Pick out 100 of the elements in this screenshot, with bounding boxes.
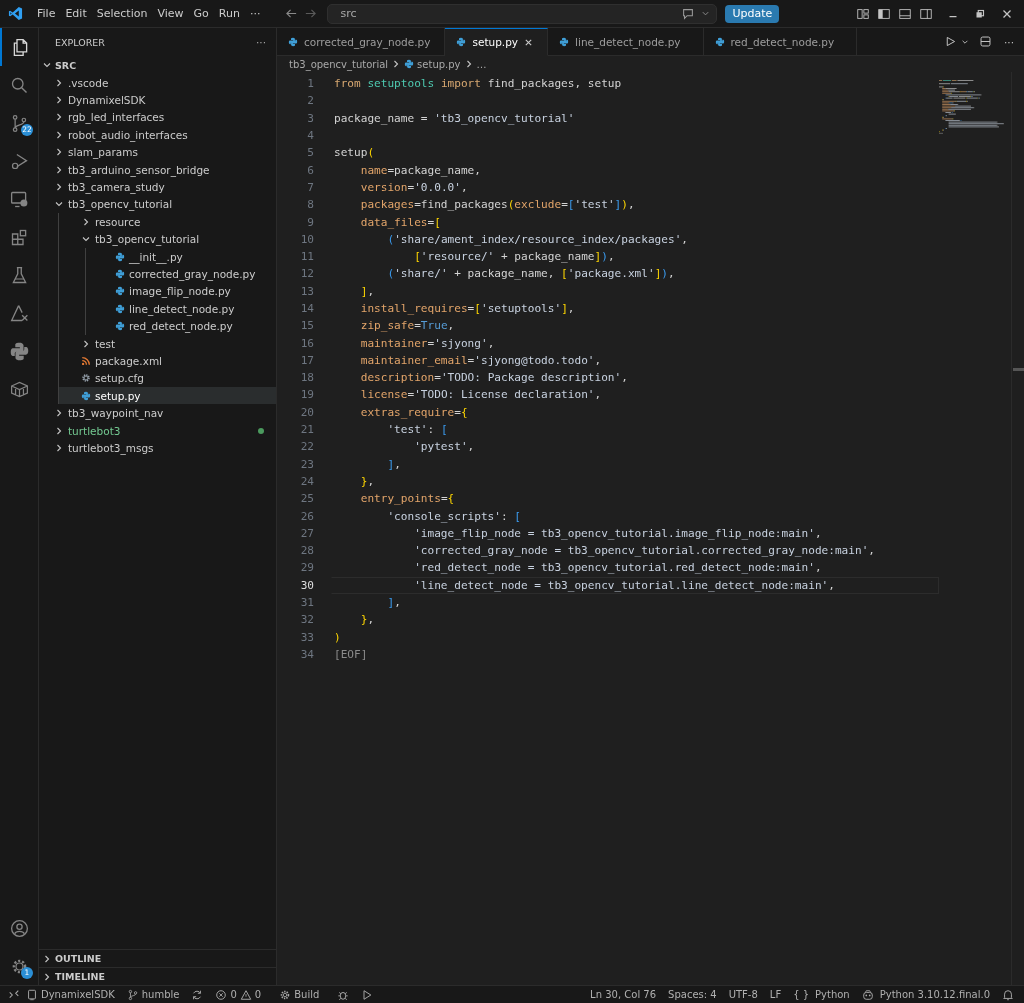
breadcrumb-item[interactable]: tb3_opencv_tutorial (289, 58, 389, 70)
rss-icon (81, 355, 91, 366)
tree-item[interactable]: DynamixelSDK (39, 91, 276, 109)
editor-tab[interactable]: red_detect_node.py (703, 28, 858, 56)
panel-header[interactable]: OUTLINE (39, 949, 276, 967)
layout-icon[interactable] (856, 6, 870, 21)
line-number: 3 (306, 111, 314, 125)
tree-item[interactable]: .vscode (39, 74, 276, 92)
code-line: entry_points={ (359, 492, 455, 506)
play-icon[interactable] (361, 988, 374, 1001)
secondary-sidebar-icon[interactable] (919, 6, 933, 21)
menu-item[interactable]: Selection (91, 5, 153, 22)
tree-item[interactable]: resource (59, 213, 276, 231)
tree-item[interactable]: corrected_gray_node.py (86, 265, 276, 283)
forward-arrow-icon[interactable] (304, 7, 318, 20)
split-editor-icon[interactable] (979, 35, 992, 48)
tree-item[interactable]: tb3_waypoint_nav (39, 404, 276, 422)
tree-item[interactable]: slam_params (39, 143, 276, 161)
editor-tab[interactable]: setup.py (445, 28, 549, 56)
tree-item[interactable]: tb3_camera_study (39, 178, 276, 196)
line-number: 8 (306, 198, 314, 212)
code-line: packages=find_packages(exclude=['test']), (359, 198, 635, 212)
menu-item[interactable]: File (32, 5, 61, 22)
python-file-icon (714, 36, 725, 47)
breadcrumb-item[interactable]: … (476, 58, 487, 70)
tree-item[interactable]: tb3_opencv_tutorial (39, 195, 276, 214)
more-actions[interactable]: ··· (256, 36, 266, 48)
line-number: 24 (299, 474, 314, 488)
line-number: 25 (299, 492, 314, 506)
code-line: ) (334, 630, 341, 644)
copilot-icon[interactable] (861, 988, 874, 1001)
menu-item[interactable]: Edit (60, 5, 92, 22)
line-number: 19 (299, 388, 314, 402)
python-file-icon (456, 37, 467, 47)
account-icon[interactable] (8, 917, 30, 939)
menu-item[interactable]: View (152, 5, 189, 22)
more-menu[interactable]: ··· (244, 5, 266, 22)
sync-icon[interactable] (191, 988, 204, 1001)
close-icon[interactable] (524, 37, 534, 47)
chevron-down-icon[interactable] (701, 9, 711, 18)
python-icon[interactable] (8, 340, 30, 362)
tree-item[interactable]: robot_audio_interfaces (39, 126, 276, 144)
tree-item[interactable]: red_detect_node.py (86, 317, 276, 335)
tree-item[interactable]: tb3_arduino_sensor_bridge (39, 160, 276, 179)
editor-tab[interactable]: line_detect_node.py (548, 28, 704, 56)
back-arrow-icon[interactable] (285, 7, 299, 20)
tree-item[interactable]: setup.cfg (59, 369, 276, 388)
menu-item[interactable]: Run (213, 5, 245, 22)
section-header[interactable]: SRC (39, 56, 276, 74)
chevron-right-icon (54, 425, 64, 436)
line-number: 22 (299, 440, 314, 454)
line-ending-status[interactable]: LF (769, 989, 782, 1000)
line-number: 5 (306, 146, 314, 160)
update-button[interactable]: Update (725, 4, 780, 23)
chevron-right-icon (81, 338, 91, 349)
python-file-icon (115, 321, 125, 332)
line-number: 17 (299, 353, 314, 367)
python-file-icon (559, 36, 570, 47)
run-icon[interactable] (944, 35, 957, 48)
scrollbar-thumb[interactable] (1013, 368, 1024, 371)
project-status[interactable]: DynamixelSDK (26, 988, 115, 1001)
code-line: description='TODO: Package description', (359, 371, 628, 385)
panel-toggle-icon[interactable] (898, 6, 912, 21)
line-number: 30 (299, 578, 314, 592)
sidebar-toggle-icon[interactable] (877, 6, 891, 21)
language-mode[interactable]: { } Python (793, 989, 850, 1000)
tree-item[interactable]: test (59, 334, 276, 353)
tree-item[interactable]: setup.py (59, 387, 276, 405)
code-line: maintainer_email='sjyong@todo.todo', (359, 353, 602, 367)
line-number: 12 (299, 267, 314, 281)
cursor-position[interactable]: Ln 30, Col 76 (590, 989, 657, 1000)
tree-item[interactable]: turtlebot3 (39, 421, 276, 440)
tree-item[interactable]: line_detect_node.py (86, 300, 276, 318)
tree-item[interactable]: image_flip_node.py (86, 282, 276, 301)
menu-item[interactable]: Go (188, 5, 214, 22)
line-number: 9 (306, 215, 314, 229)
tree-item[interactable]: tb3_opencv_tutorial (59, 230, 276, 248)
bell-icon[interactable] (1002, 988, 1014, 1001)
interpreter-status[interactable]: Python 3.10.12.final.0 (879, 989, 990, 1000)
tree-item[interactable]: __init__.py (86, 247, 276, 266)
problems-status[interactable]: 0 0 (215, 988, 262, 1001)
search-field[interactable]: src (327, 3, 718, 24)
language-name: Python (815, 989, 850, 1000)
encoding-status[interactable]: UTF-8 (728, 989, 758, 1000)
code-line: }, (359, 613, 375, 627)
chat-icon[interactable] (681, 6, 696, 21)
build-status[interactable]: Build (279, 988, 320, 1001)
line-number: 1 (306, 77, 314, 91)
indentation-status[interactable]: Spaces: 4 (668, 989, 717, 1000)
line-number: 32 (299, 613, 314, 627)
line-number: 15 (299, 319, 314, 333)
tree-item[interactable]: rgb_led_interfaces (39, 108, 276, 127)
tree-item[interactable]: package.xml (59, 352, 276, 370)
branch-status[interactable]: humble (126, 988, 180, 1001)
chevron-right-icon (42, 953, 52, 964)
remote-icon[interactable] (8, 988, 20, 1001)
tree-item[interactable]: turtlebot3_msgs (39, 439, 276, 457)
breadcrumb-item[interactable]: setup.py (417, 58, 461, 70)
python-file-icon (115, 269, 125, 279)
more-actions[interactable]: ··· (1004, 35, 1014, 48)
